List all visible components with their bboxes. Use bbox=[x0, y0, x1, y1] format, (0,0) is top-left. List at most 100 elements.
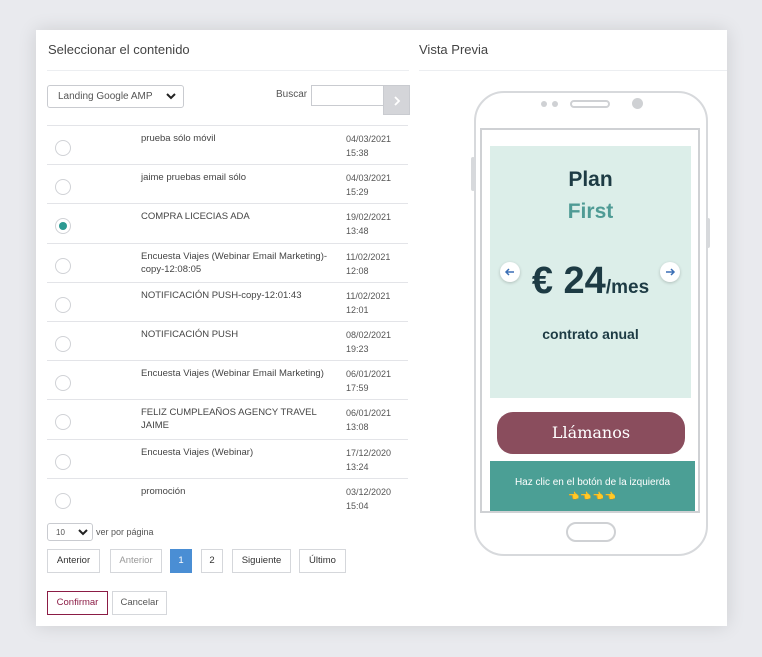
table-row[interactable]: COMPRA LICECIAS ADA 19/02/2021 13:48 bbox=[47, 203, 408, 242]
row-date: 08/02/2021 19:23 bbox=[346, 328, 408, 356]
row-radio[interactable] bbox=[55, 414, 71, 431]
row-date: 11/02/2021 12:01 bbox=[346, 289, 408, 317]
row-radio[interactable] bbox=[55, 140, 71, 156]
row-date-day: 08/02/2021 bbox=[346, 330, 392, 340]
row-date: 06/01/2021 17:59 bbox=[346, 367, 408, 395]
row-date-time: 12:08 bbox=[346, 265, 369, 276]
cta-text: Haz clic en el botón de la izquierda bbox=[514, 477, 671, 488]
row-date: 03/12/2020 15:04 bbox=[346, 485, 408, 513]
table-row[interactable]: Encuesta Viajes (Webinar Email Marketing… bbox=[47, 242, 408, 282]
row-date-day: 17/12/2020 bbox=[346, 447, 392, 458]
phone-speaker bbox=[570, 100, 610, 108]
phone-screen-preview: Plan First € 24/mes contrato anual Lláma… bbox=[480, 128, 700, 513]
row-date: 04/03/2021 15:29 bbox=[346, 171, 408, 199]
row-date-time: 15:38 bbox=[346, 148, 369, 158]
row-date-day: 06/01/2021 bbox=[346, 408, 392, 419]
row-date-time: 13:08 bbox=[346, 422, 369, 433]
phone-camera bbox=[632, 98, 643, 109]
row-date: 11/02/2021 12:08 bbox=[346, 250, 408, 278]
row-radio[interactable] bbox=[55, 218, 71, 235]
row-date: 17/12/2020 13:24 bbox=[346, 446, 408, 474]
plan-title: Plan bbox=[568, 168, 613, 191]
row-name: Encuesta Viajes (Webinar) bbox=[141, 446, 254, 458]
row-date-time: 15:29 bbox=[346, 187, 369, 198]
row-date-day: 11/02/2021 bbox=[346, 251, 391, 262]
table-row[interactable]: NOTIFICACIÓN PUSH-copy-12:01:43 11/02/202… bbox=[47, 281, 408, 321]
right-panel-title: Vista Previa bbox=[419, 42, 489, 57]
row-name: jaime pruebas email sólo bbox=[141, 172, 247, 184]
row-date-time: 13:48 bbox=[346, 226, 369, 237]
row-date: 06/01/2021 13:08 bbox=[346, 406, 408, 434]
search-label: Buscar bbox=[276, 89, 308, 100]
row-name: COMPRA LICECIAS ADA bbox=[141, 211, 250, 223]
row-date-time: 12:01 bbox=[346, 304, 369, 315]
carousel-next-button[interactable] bbox=[660, 262, 680, 282]
row-name: NOTIFICACIÓN PUSH bbox=[141, 329, 239, 340]
table-row[interactable]: Encuesta Viajes (Webinar) 17/12/2020 13:24 bbox=[47, 438, 408, 478]
phone-side-button bbox=[706, 218, 710, 248]
page-2-button[interactable]: 2 bbox=[201, 549, 223, 573]
row-date-day: 19/02/2021 bbox=[346, 212, 392, 223]
right-title-divider bbox=[419, 70, 727, 71]
page-1-button[interactable]: 1 bbox=[170, 549, 192, 573]
cancel-button[interactable]: Cancelar bbox=[112, 591, 167, 615]
contract-label: contrato anual bbox=[542, 326, 639, 342]
confirm-button[interactable]: Confirmar bbox=[47, 591, 108, 615]
row-radio[interactable] bbox=[55, 257, 71, 274]
call-us-button[interactable]: Llámanos bbox=[497, 412, 685, 454]
table-row[interactable]: promoción 03/12/2020 15:04 bbox=[47, 477, 408, 517]
chevron-down-icon bbox=[166, 93, 176, 100]
row-radio[interactable] bbox=[55, 296, 71, 313]
content-type-select[interactable]: Landing Google AMP bbox=[47, 85, 184, 108]
row-date-time: 19:23 bbox=[346, 344, 369, 354]
arrow-left-icon bbox=[504, 268, 514, 276]
table-row[interactable]: prueba sólo móvil 04/03/2021 15:38 bbox=[47, 125, 408, 164]
row-name: Encuesta Viajes (Webinar Email Marketing… bbox=[141, 368, 324, 380]
per-page-value: 10 bbox=[56, 528, 65, 537]
table-row[interactable]: jaime pruebas email sólo 04/03/2021 15:29 bbox=[47, 164, 408, 203]
search-button[interactable] bbox=[383, 85, 410, 115]
plan-subtitle: First bbox=[567, 200, 614, 223]
row-name: NOTIFICACIÓN PUSH-copy-12:01:43 bbox=[141, 289, 302, 301]
row-date-day: 03/12/2020 bbox=[346, 486, 392, 497]
row-name: FELIZ CUMPLEAÑOS AGENCY TRAVEL JAIME bbox=[141, 407, 317, 432]
phone-sensor-dot bbox=[552, 101, 558, 107]
phone-home-button bbox=[566, 522, 616, 542]
left-panel-title: Seleccionar el contenido bbox=[48, 42, 190, 57]
row-radio[interactable] bbox=[55, 375, 71, 392]
arrow-right-icon bbox=[666, 268, 676, 276]
row-date: 04/03/2021 15:38 bbox=[346, 132, 408, 160]
table-row[interactable]: FELIZ CUMPLEAÑOS AGENCY TRAVEL JAIME 06/0… bbox=[47, 399, 408, 438]
price-period: /mes bbox=[605, 277, 650, 298]
carousel-prev-button[interactable] bbox=[500, 262, 520, 282]
row-date-day: 11/02/2021 bbox=[346, 290, 391, 301]
per-page-label: ver por página bbox=[96, 527, 154, 537]
last-page-button[interactable]: Último bbox=[299, 549, 346, 573]
table-row[interactable]: NOTIFICACIÓN PUSH 08/02/2021 19:23 bbox=[47, 321, 408, 360]
row-date-time: 17:59 bbox=[346, 383, 369, 394]
row-radio[interactable] bbox=[55, 179, 71, 196]
row-radio[interactable] bbox=[55, 492, 71, 509]
per-page-select[interactable]: 10 bbox=[47, 523, 93, 541]
chevron-right-icon bbox=[394, 96, 401, 106]
chevron-down-icon bbox=[78, 529, 88, 536]
pointing-hand-icons: 👈👈👈👈 bbox=[568, 491, 617, 501]
row-date: 19/02/2021 13:48 bbox=[346, 210, 408, 238]
search-input[interactable] bbox=[311, 85, 384, 106]
left-title-divider bbox=[47, 70, 409, 71]
row-name: promoción bbox=[141, 485, 186, 497]
content-type-value: Landing Google AMP bbox=[58, 91, 153, 102]
previous-page-button[interactable]: Anterior bbox=[110, 549, 162, 573]
price-amount: € 24 bbox=[531, 260, 606, 302]
table-row[interactable]: Encuesta Viajes (Webinar Email Marketing… bbox=[47, 360, 408, 399]
row-date-day: 04/03/2021 bbox=[346, 134, 392, 144]
row-date-day: 04/03/2021 bbox=[346, 173, 392, 184]
phone-sensor-dot bbox=[541, 101, 547, 107]
row-name: prueba sólo móvil bbox=[141, 133, 216, 144]
row-radio[interactable] bbox=[55, 453, 71, 470]
next-page-button[interactable]: Siguiente bbox=[232, 549, 291, 573]
row-date-time: 13:24 bbox=[346, 461, 369, 472]
first-page-button[interactable]: Anterior bbox=[47, 549, 100, 573]
row-name: Encuesta Viajes (Webinar Email Marketing… bbox=[141, 250, 328, 275]
row-radio[interactable] bbox=[55, 336, 71, 352]
